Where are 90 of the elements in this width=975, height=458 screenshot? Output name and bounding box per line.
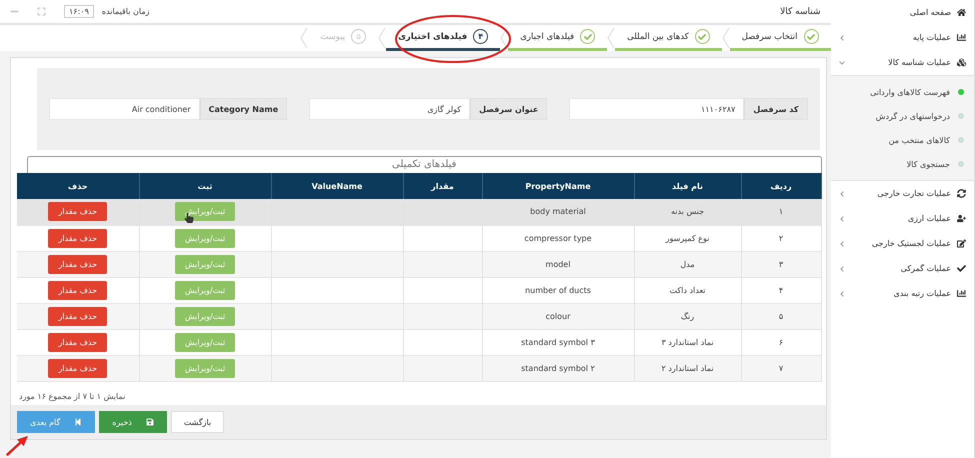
sidebar-item[interactable]: عملیات گمرکی bbox=[830, 256, 974, 281]
delete-button[interactable]: حذف مقدار bbox=[48, 254, 108, 274]
table-cell: compressor type bbox=[482, 225, 634, 251]
user-plus-icon bbox=[957, 214, 966, 223]
column-header: ثبت bbox=[139, 173, 271, 199]
wizard-step[interactable]: انتخاب سرفصل bbox=[730, 25, 830, 51]
submenu-item[interactable]: درخواستهای در گردش bbox=[830, 104, 974, 128]
refresh-icon bbox=[957, 189, 966, 198]
delete-button[interactable]: حذف مقدار bbox=[48, 306, 108, 326]
table-cell: مدل bbox=[634, 251, 741, 277]
field-label: Category Name bbox=[200, 98, 288, 120]
check-circle-icon bbox=[804, 29, 818, 44]
table-cell: ۲ bbox=[741, 225, 821, 251]
table-cell: نوع کمپرسور bbox=[634, 225, 741, 251]
sidebar-item[interactable]: عملیات شناسه کالا bbox=[830, 50, 974, 75]
delete-button[interactable]: حذف مقدار bbox=[48, 358, 108, 378]
submenu-item[interactable]: جستجوی کالا bbox=[830, 152, 974, 176]
text-field[interactable]: کولر گازی bbox=[309, 98, 470, 120]
chevron-icon bbox=[838, 190, 844, 196]
check-circle-icon bbox=[694, 29, 710, 44]
bar-chart-icon bbox=[957, 33, 966, 42]
bar-chart-icon bbox=[957, 289, 966, 298]
table-cell: number of ducts bbox=[482, 277, 634, 303]
chevron-icon bbox=[838, 266, 844, 272]
wizard-step[interactable]: ۴ فیلدهای اختیاری bbox=[386, 25, 500, 51]
table-cell: ۱ bbox=[741, 199, 821, 225]
page-title: شناسه کالا bbox=[780, 6, 820, 16]
column-header: مقدار bbox=[403, 173, 482, 199]
submenu-item[interactable]: فهرست کالاهای وارداتی bbox=[830, 80, 974, 104]
edit-icon bbox=[957, 239, 966, 248]
step-separator-icon bbox=[300, 25, 308, 51]
sidebar-item[interactable]: عملیات رتبه بندی bbox=[830, 281, 974, 306]
table-cell: ۶ bbox=[741, 329, 821, 355]
submenu-item[interactable]: کالاهای منتخب من bbox=[830, 128, 974, 152]
table-cell: جنس بدنه bbox=[634, 199, 741, 225]
wizard-step[interactable]: فیلدهای اجباری bbox=[508, 25, 608, 51]
column-header: نام فیلد bbox=[634, 173, 741, 199]
table-cell: ۴ bbox=[741, 277, 821, 303]
chevron-icon bbox=[838, 240, 844, 246]
step-icon bbox=[74, 418, 82, 426]
field-label: کد سرفصل bbox=[744, 98, 808, 120]
table-cell: model bbox=[482, 251, 634, 277]
chevron-icon bbox=[838, 216, 844, 222]
sidebar-item[interactable]: عملیات لجستیک خارجی bbox=[830, 231, 974, 256]
table-cell: ۷ bbox=[741, 355, 821, 381]
table-cell: نماد استاندارد ۳ bbox=[634, 329, 741, 355]
step-number: ۴ bbox=[473, 29, 488, 44]
table-cell: رنگ bbox=[634, 303, 741, 329]
home-icon bbox=[957, 8, 966, 17]
cubes-icon bbox=[957, 58, 966, 67]
table-cell: تعداد داکت bbox=[634, 277, 741, 303]
fullscreen-icon[interactable] bbox=[37, 7, 46, 16]
table-cell: standard symbol ۳ bbox=[482, 329, 634, 355]
table-cell: نماد استاندارد ۲ bbox=[634, 355, 741, 381]
text-field[interactable]: Air conditioner bbox=[48, 98, 200, 120]
table-cell: standard symbol ۲ bbox=[482, 355, 634, 381]
text-field[interactable]: ۱۱۱۰۶۲۸۷ bbox=[569, 98, 744, 120]
delete-button[interactable]: حذف مقدار bbox=[48, 202, 108, 222]
action-button[interactable]: بازگشت bbox=[170, 411, 224, 433]
timer-value: ۱۶:۰۹ bbox=[64, 5, 94, 18]
column-header: ردیف bbox=[741, 173, 821, 199]
chevron-icon bbox=[838, 60, 844, 66]
table-cell: body material bbox=[482, 199, 634, 225]
delete-button[interactable]: حذف مقدار bbox=[48, 280, 108, 300]
sidebar-item[interactable]: صفحه اصلی bbox=[830, 0, 974, 25]
table-cell: ۳ bbox=[741, 251, 821, 277]
check-circle-icon bbox=[580, 29, 596, 44]
step-separator-icon bbox=[500, 25, 508, 51]
timer-label: زمان باقیمانده bbox=[102, 7, 150, 16]
table-cell: ۵ bbox=[741, 303, 821, 329]
delete-button[interactable]: حذف مقدار bbox=[48, 332, 108, 352]
save-icon bbox=[146, 418, 154, 426]
column-header: PropertyName bbox=[482, 173, 634, 199]
chevron-icon bbox=[838, 34, 844, 40]
chevron-icon bbox=[838, 290, 844, 296]
table-cell: colour bbox=[482, 303, 634, 329]
column-header: ValueName bbox=[271, 173, 403, 199]
pagination-info: نمایش ۱ تا ۷ از مجموع ۱۶ مورد bbox=[19, 392, 126, 400]
wizard-step[interactable]: کدهای بین المللی bbox=[615, 25, 722, 51]
step-separator-icon bbox=[607, 25, 616, 51]
step-separator-icon bbox=[378, 25, 386, 51]
sidebar-item[interactable]: عملیات پایه bbox=[830, 25, 974, 50]
sidebar-item[interactable]: عملیات ارزی bbox=[830, 206, 974, 231]
field-label: عنوان سرفصل bbox=[470, 98, 548, 120]
column-header: حذف bbox=[17, 173, 139, 199]
delete-button[interactable]: حذف مقدار bbox=[48, 228, 108, 248]
checkmark-icon bbox=[957, 264, 966, 273]
step-separator-icon bbox=[722, 25, 730, 51]
action-button[interactable]: ذخیره bbox=[99, 411, 167, 433]
sidebar-item[interactable]: عملیات تجارت خارجی bbox=[830, 181, 974, 206]
